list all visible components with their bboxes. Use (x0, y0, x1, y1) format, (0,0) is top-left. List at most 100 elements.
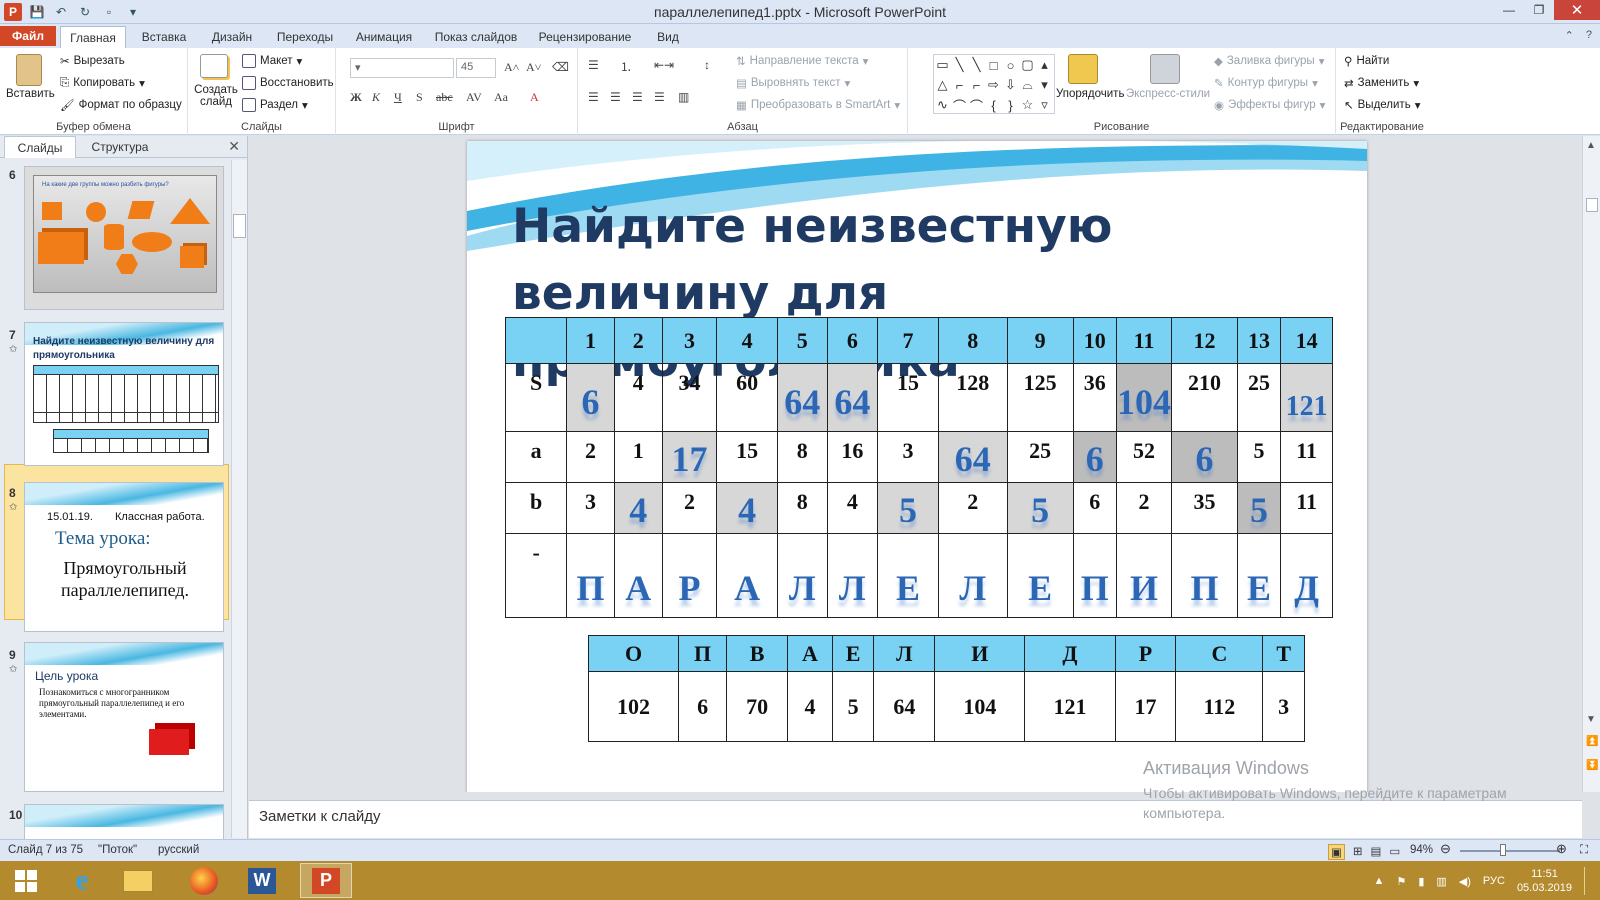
change-case-icon[interactable]: Aa (494, 90, 508, 105)
start-windows-icon[interactable] (0, 863, 52, 898)
quick-styles-icon[interactable] (1150, 54, 1180, 84)
firefox-icon[interactable] (178, 863, 230, 898)
arrange-icon[interactable] (1068, 54, 1098, 84)
shapes-gallery[interactable]: ▭ ╲ ╲ □ ○ ▢ ▴ △ ⌐ ⌐ ⇨ ⇩ ⌓ ▾ ∿ ⌒ ⌒ {} ☆ ▿ (933, 54, 1055, 114)
align-text-button[interactable]: ▤ Выровнять текст ▾ (736, 76, 850, 90)
line-spacing-icon[interactable]: ↕ (704, 58, 710, 73)
key-table[interactable]: О П В А Е Л И Д Р С Т 102 6 70 4 5 64 10… (587, 635, 1305, 742)
show-hidden-icon[interactable]: ▲ (1374, 875, 1385, 887)
panel-scrollbar[interactable] (231, 160, 247, 838)
zoom-in-icon[interactable]: ⊕ (1556, 841, 1567, 857)
close-icon[interactable]: ✕ (1554, 0, 1600, 20)
tab-home[interactable]: Главная (60, 26, 126, 48)
scroll-up-icon[interactable]: ▴ (1041, 57, 1048, 73)
paste-icon[interactable] (16, 54, 42, 86)
minimize-ribbon-icon[interactable]: ⌃ (1565, 29, 1574, 42)
slide-thumb-8[interactable]: 15.01.19. Классная работа. Тема урока: П… (24, 482, 224, 632)
triangle-shape-icon[interactable]: △ (938, 77, 948, 93)
new-slide-button[interactable]: Создать слайд (194, 84, 238, 108)
zoom-out-icon[interactable]: ⊖ (1440, 841, 1451, 857)
zoom-slider-thumb[interactable] (1500, 844, 1506, 856)
minimize-icon[interactable]: — (1494, 0, 1524, 20)
input-language[interactable]: РУС (1483, 875, 1505, 887)
tab-file[interactable]: Файл (0, 26, 56, 46)
align-right-icon[interactable]: ☰ (632, 90, 643, 105)
shrink-font-icon[interactable]: A˅ (526, 60, 541, 75)
shape-effects-button[interactable]: ◉ Эффекты фигур ▾ (1214, 98, 1325, 112)
star-shape-icon[interactable]: ☆ (1022, 97, 1034, 113)
tab-outline[interactable]: Структура (80, 136, 160, 158)
powerpoint-taskbar-icon[interactable]: P (300, 863, 352, 898)
paste-button[interactable]: Вставить (6, 88, 55, 100)
tab-view[interactable]: Вид (644, 26, 692, 48)
connector-shape-icon[interactable]: ⌐ (956, 78, 964, 93)
network-icon[interactable]: ▥ (1436, 875, 1446, 888)
copy-button[interactable]: ⎘ Копировать ▾ (60, 76, 145, 91)
next-slide-icon[interactable]: ⏬ (1586, 760, 1598, 771)
freeform-shape-icon[interactable]: ⌓ (1022, 77, 1032, 93)
numbering-icon[interactable]: ⒈ (620, 58, 632, 75)
select-button[interactable]: ↖ Выделить ▾ (1344, 98, 1420, 112)
battery-icon[interactable]: ▮ (1418, 875, 1424, 888)
shape-fill-button[interactable]: ◆ Заливка фигуры ▾ (1214, 54, 1324, 68)
font-color-icon[interactable]: A (530, 90, 539, 105)
rounded-rect-shape-icon[interactable]: ▢ (1021, 57, 1033, 73)
slide-thumb-6[interactable]: На какие две группы можно разбить фигуры… (24, 166, 224, 310)
align-left-icon[interactable]: ☰ (588, 90, 599, 105)
show-desktop-button[interactable] (1584, 867, 1590, 895)
tab-design[interactable]: Дизайн (200, 26, 264, 48)
slideshow-icon[interactable]: ▭ (1389, 844, 1400, 860)
file-explorer-icon[interactable] (112, 863, 164, 898)
indent-icon[interactable]: ⇤⇥ (654, 58, 674, 73)
panel-scroll-thumb[interactable] (233, 214, 246, 238)
language-indicator[interactable]: русский (158, 844, 199, 856)
brace-right-shape-icon[interactable]: } (1008, 98, 1012, 113)
help-icon[interactable]: ? (1586, 29, 1592, 42)
arrow-down-shape-icon[interactable]: ⇩ (1005, 77, 1016, 93)
text-direction-button[interactable]: ⇅ Направление текста ▾ (736, 54, 868, 68)
tab-review[interactable]: Рецензирование (530, 26, 640, 48)
textbox-shape-icon[interactable]: ▭ (936, 57, 948, 73)
layout-button[interactable]: Макет ▾ (242, 54, 302, 68)
font-size-field[interactable]: 45 (456, 58, 496, 78)
smartart-button[interactable]: ▦ Преобразовать в SmartArt ▾ (736, 98, 900, 112)
shadow-icon[interactable]: S (416, 90, 423, 105)
connector-shape-icon[interactable]: ⌐ (973, 78, 981, 93)
arc-shape-icon[interactable]: ⌒ (953, 96, 966, 115)
font-name-field[interactable]: ▾ (350, 58, 454, 78)
new-slide-icon[interactable] (200, 54, 228, 78)
slide-sorter-icon[interactable]: ⊞ (1353, 844, 1363, 860)
replace-button[interactable]: ⇄ Заменить ▾ (1344, 76, 1419, 90)
restore-icon[interactable]: ❐ (1524, 0, 1554, 20)
slide-thumb-10[interactable] (24, 804, 224, 844)
tab-slides[interactable]: Слайды (4, 136, 76, 158)
slide-scrollbar[interactable]: ▲ ▼ ⏫ ⏬ (1582, 136, 1600, 792)
rectangle-shape-icon[interactable]: □ (990, 58, 998, 73)
internet-explorer-icon[interactable]: e (56, 863, 108, 898)
previous-slide-icon[interactable]: ⏫ (1586, 736, 1598, 747)
reset-button[interactable]: Восстановить (242, 76, 334, 90)
slide-canvas[interactable]: Найдите неизвестную величину для прямоуг… (467, 141, 1367, 792)
bold-icon[interactable]: Ж (350, 90, 362, 105)
clock[interactable]: 11:51 05.03.2019 (1517, 867, 1572, 895)
scroll-up-icon[interactable]: ▲ (1586, 140, 1596, 151)
zoom-slider[interactable] (1460, 850, 1560, 852)
underline-icon[interactable]: Ч (394, 90, 402, 105)
arc-shape-icon[interactable]: ⌒ (970, 96, 983, 115)
flag-icon[interactable]: ⚑ (1396, 875, 1406, 888)
tab-insert[interactable]: Вставка (132, 26, 196, 48)
slide-thumb-9[interactable]: Цель урока Познакомиться с многограннико… (24, 642, 224, 792)
tab-transitions[interactable]: Переходы (268, 26, 342, 48)
close-panel-icon[interactable]: ✕ (228, 138, 240, 155)
justify-icon[interactable]: ☰ (654, 90, 665, 105)
section-button[interactable]: Раздел ▾ (242, 98, 308, 112)
more-shapes-icon[interactable]: ▿ (1041, 97, 1048, 113)
oval-shape-icon[interactable]: ○ (1007, 58, 1015, 73)
volume-icon[interactable]: ◀) (1459, 875, 1471, 888)
scroll-down-icon[interactable]: ▼ (1586, 714, 1596, 725)
strikethrough-icon[interactable]: abc (436, 90, 453, 105)
quick-styles-button[interactable]: Экспресс-стили (1126, 88, 1210, 100)
clear-format-icon[interactable]: ⌫ (552, 60, 569, 75)
slide-scroll-thumb[interactable] (1586, 198, 1598, 212)
shape-outline-button[interactable]: ✎ Контур фигуры ▾ (1214, 76, 1318, 90)
